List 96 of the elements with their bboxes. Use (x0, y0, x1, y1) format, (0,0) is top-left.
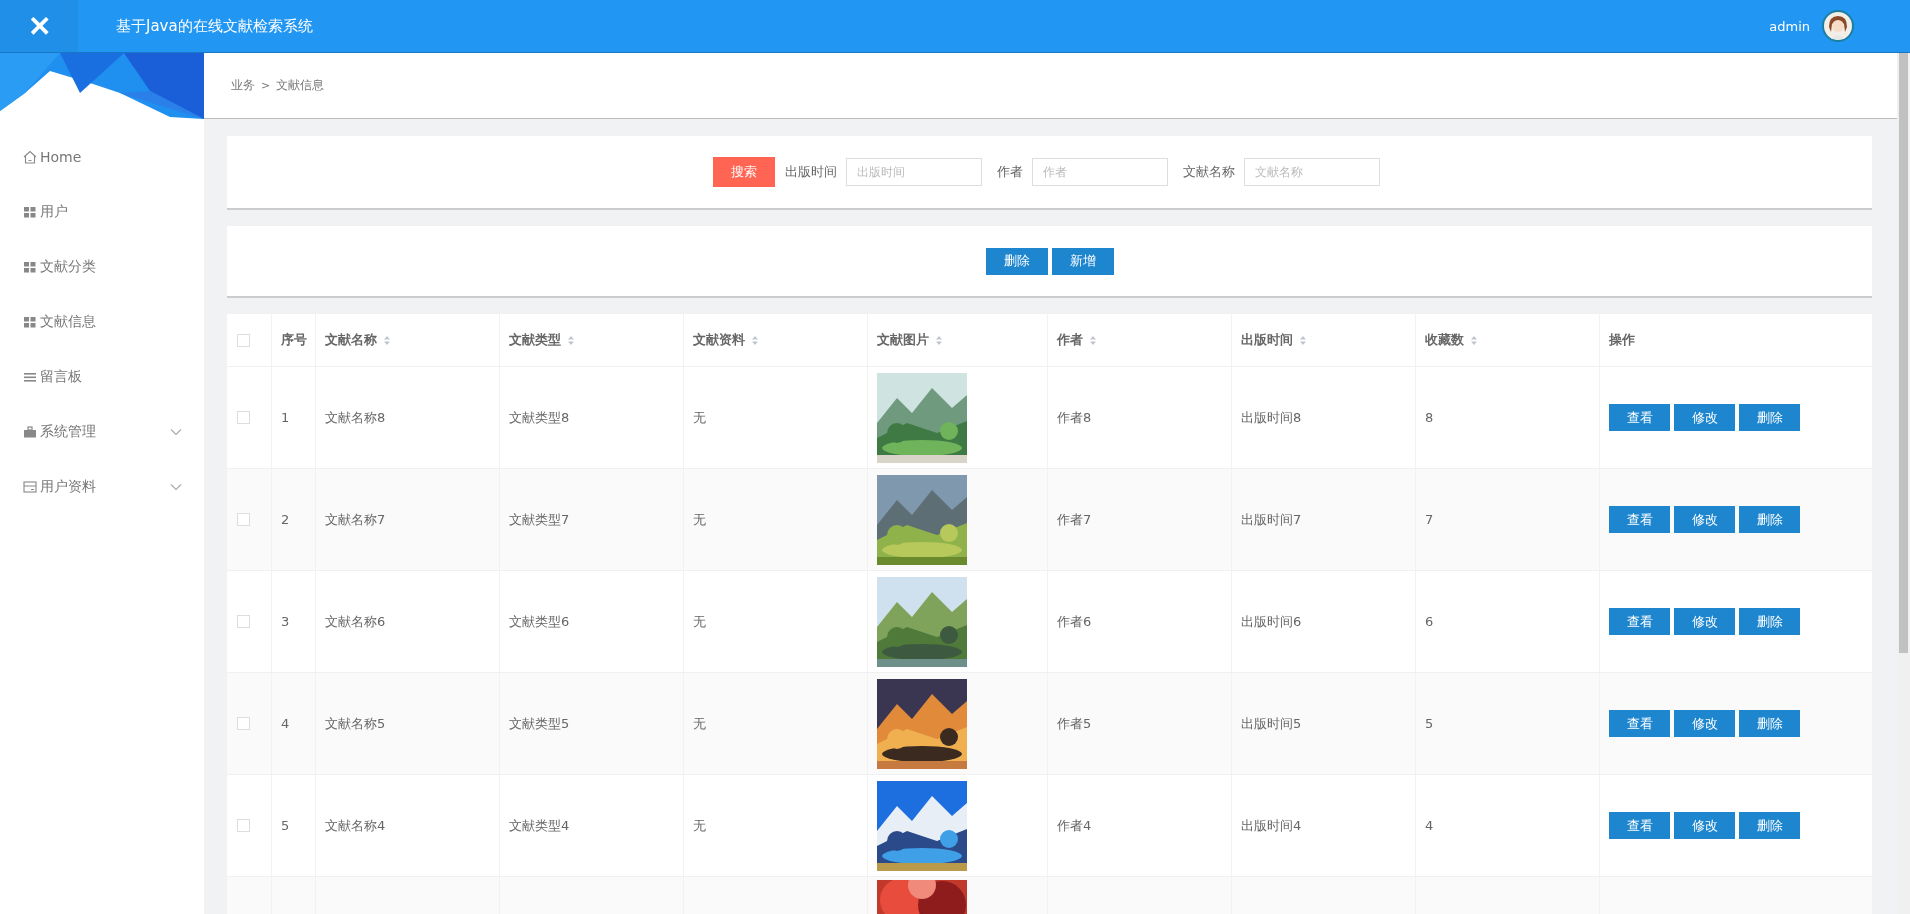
action-button[interactable]: 修改 (1674, 404, 1735, 431)
table-cell: 作者7 (1057, 510, 1092, 529)
table-cell: 出版时间7 (1241, 510, 1302, 529)
table-cell: 作者5 (1057, 714, 1092, 733)
card-icon (23, 479, 37, 494)
breadcrumb-item[interactable]: 业务 (231, 77, 255, 94)
column-header[interactable]: 文献类型 (500, 314, 684, 366)
table-cell: 文献名称5 (325, 714, 386, 733)
checkbox[interactable] (237, 513, 250, 526)
table-cell: 4 (1425, 818, 1434, 833)
table-cell: 2 (281, 512, 290, 527)
action-button[interactable]: 查看 (1609, 608, 1670, 635)
table-cell: 3 (281, 614, 290, 629)
checkbox[interactable] (237, 615, 250, 628)
toolbar-button[interactable]: 删除 (985, 247, 1048, 275)
table-cell: 6 (1425, 614, 1434, 629)
table-cell: 无 (693, 816, 706, 835)
field-label: 文献名称 (1183, 163, 1235, 181)
briefcase-icon (23, 424, 37, 439)
search-button[interactable]: 搜索 (713, 157, 775, 187)
table-cell: 文献类型5 (509, 714, 570, 733)
table-cell: 无 (693, 612, 706, 631)
checkbox[interactable] (237, 819, 250, 832)
action-button[interactable]: 删除 (1739, 404, 1800, 431)
menu-item[interactable]: 用户 (0, 184, 204, 239)
table-cell: 作者4 (1057, 816, 1092, 835)
menu-item[interactable]: 文献信息 (0, 294, 204, 349)
table-cell: 5 (1425, 716, 1434, 731)
action-button[interactable]: 查看 (1609, 812, 1670, 839)
action-button[interactable]: 修改 (1674, 812, 1735, 839)
checkbox[interactable] (237, 411, 250, 424)
table-cell: 文献类型8 (509, 408, 570, 427)
table-cell: 文献名称4 (325, 816, 386, 835)
table-cell: 文献类型4 (509, 816, 570, 835)
column-header[interactable]: 文献资料 (684, 314, 868, 366)
table-cell: 4 (281, 716, 290, 731)
action-button[interactable]: 删除 (1739, 710, 1800, 737)
action-button[interactable]: 删除 (1739, 812, 1800, 839)
breadcrumb-item[interactable]: 文献信息 (276, 77, 325, 94)
grid-icon (23, 259, 37, 274)
input-field[interactable]: 出版时间 (846, 158, 982, 186)
table-cell: 文献类型7 (509, 510, 570, 529)
table-cell: 1 (281, 410, 290, 425)
field-label: 作者 (997, 163, 1023, 181)
close-button[interactable]: ✕ (0, 0, 78, 52)
grid-icon (23, 204, 37, 219)
action-button[interactable]: 查看 (1609, 710, 1670, 737)
input-field[interactable]: 文献名称 (1244, 158, 1380, 186)
table-cell: 出版时间4 (1241, 816, 1302, 835)
table-cell: 5 (281, 818, 290, 833)
table-cell: 文献类型6 (509, 612, 570, 631)
table-cell: 无 (693, 510, 706, 529)
column-header[interactable]: 文献名称 (316, 314, 500, 366)
action-button[interactable]: 查看 (1609, 506, 1670, 533)
column-header[interactable]: 操作 (1600, 314, 1868, 366)
scrollbar[interactable] (1897, 53, 1910, 914)
table-cell: 8 (1425, 410, 1434, 425)
toolbar-button[interactable]: 新增 (1051, 247, 1114, 275)
menu-item[interactable]: 留言板 (0, 349, 204, 404)
scrollbar-thumb[interactable] (1899, 53, 1908, 653)
field-label: 出版时间 (785, 163, 837, 181)
action-button[interactable]: 查看 (1609, 404, 1670, 431)
table-cell: 7 (1425, 512, 1434, 527)
column-header[interactable]: 作者 (1048, 314, 1232, 366)
menu-item[interactable]: 用户资料 (0, 459, 204, 514)
column-header[interactable]: 出版时间 (1232, 314, 1416, 366)
checkbox[interactable] (237, 333, 250, 347)
action-button[interactable]: 删除 (1739, 506, 1800, 533)
action-button[interactable]: 修改 (1674, 710, 1735, 737)
table-cell: 作者6 (1057, 612, 1092, 631)
table-cell: 无 (693, 714, 706, 733)
grid-icon (23, 314, 37, 329)
table-cell: 无 (693, 408, 706, 427)
user-name[interactable]: admin (1769, 18, 1810, 34)
breadcrumb-separator: > (261, 79, 271, 92)
checkbox[interactable] (237, 717, 250, 730)
home-icon (23, 149, 37, 164)
action-button[interactable]: 删除 (1739, 608, 1800, 635)
table-cell: 文献名称6 (325, 612, 386, 631)
column-header[interactable]: 序号 (272, 314, 316, 366)
app-title: 基于Java的在线文献检索系统 (116, 16, 313, 36)
action-button[interactable]: 修改 (1674, 506, 1735, 533)
table-cell: 出版时间5 (1241, 714, 1302, 733)
input-field[interactable]: 作者 (1032, 158, 1168, 186)
table-cell: 作者8 (1057, 408, 1092, 427)
menu-item[interactable]: 系统管理 (0, 404, 204, 459)
avatar[interactable] (1822, 10, 1854, 42)
menu-item[interactable]: 文献分类 (0, 239, 204, 294)
action-button[interactable]: 修改 (1674, 608, 1735, 635)
menu-item[interactable]: Home (0, 129, 204, 184)
column-header[interactable]: 收藏数 (1416, 314, 1600, 366)
table-cell: 文献名称7 (325, 510, 386, 529)
column-header[interactable]: 文献图片 (868, 314, 1048, 366)
table-cell: 出版时间8 (1241, 408, 1302, 427)
table-cell: 出版时间6 (1241, 612, 1302, 631)
table-cell: 文献名称8 (325, 408, 386, 427)
